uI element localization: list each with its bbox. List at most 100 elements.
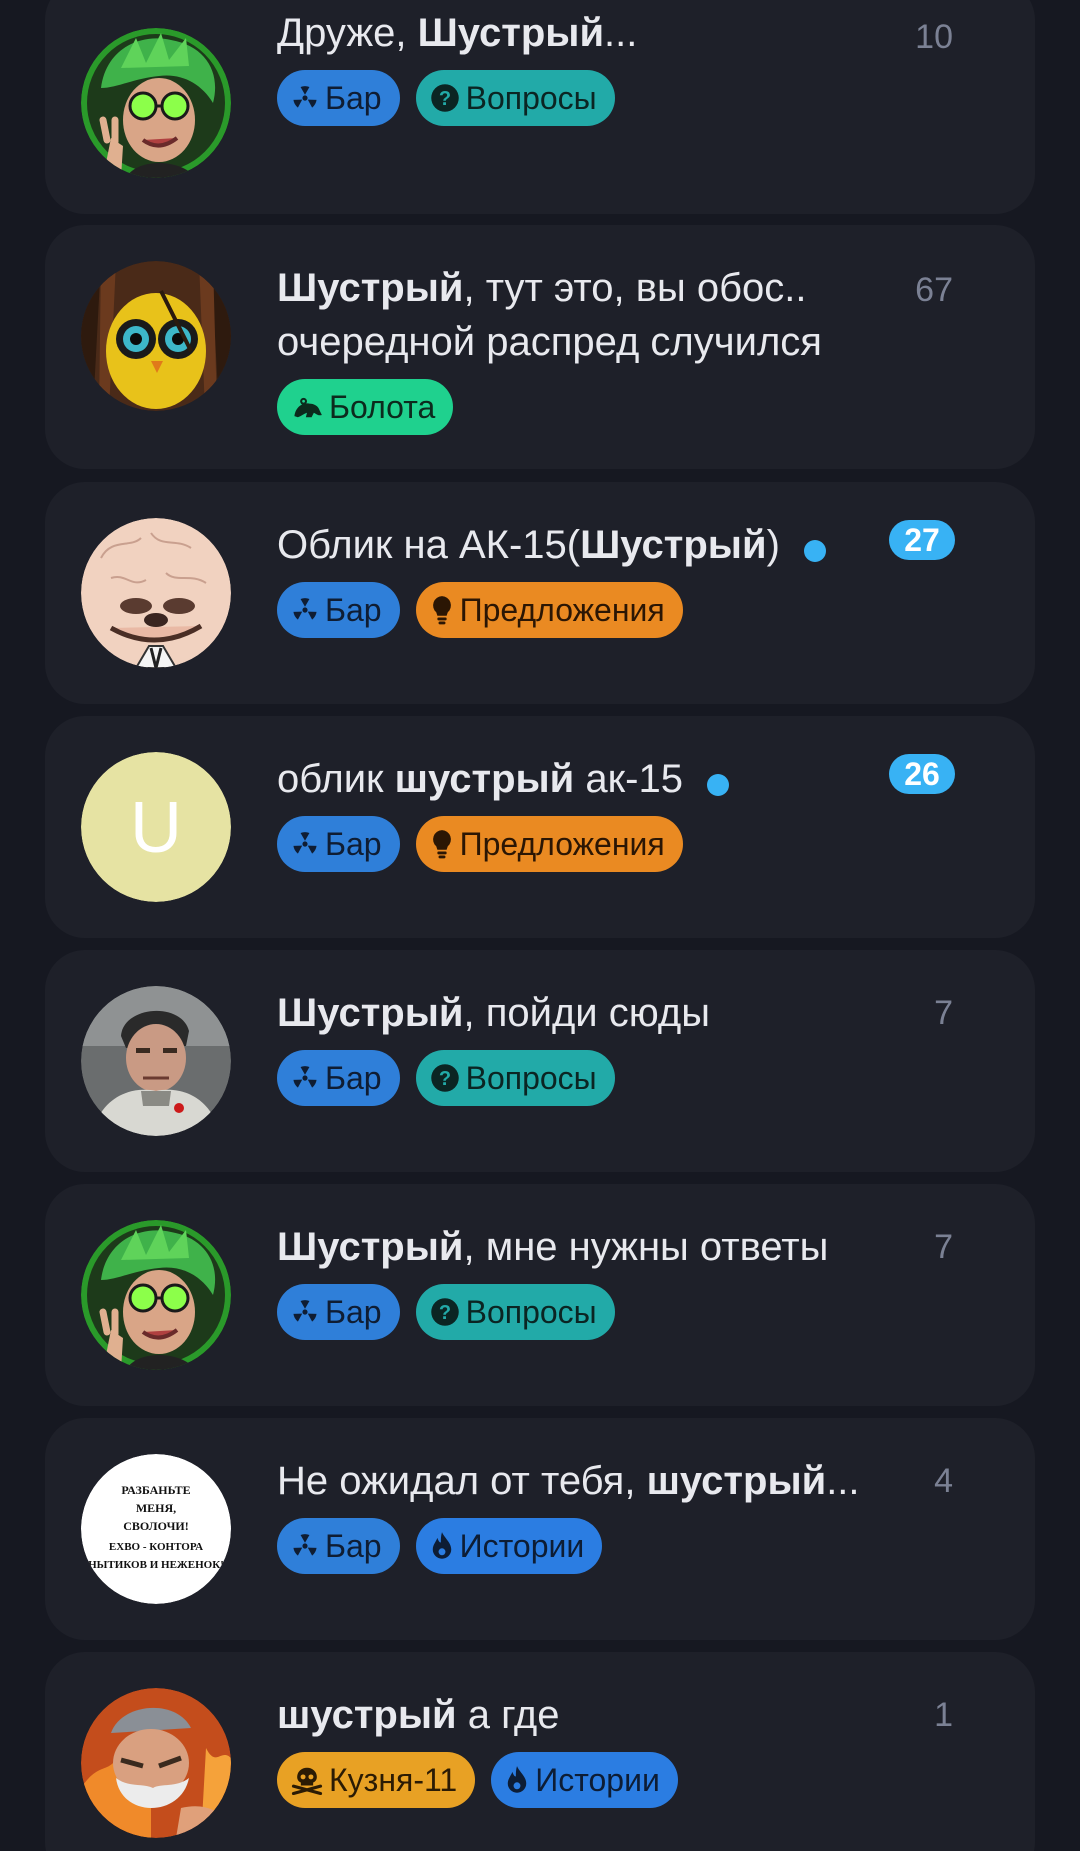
reply-count: 7 — [934, 994, 953, 1032]
tag-label: Истории — [459, 1527, 585, 1564]
svg-text:?: ? — [438, 88, 450, 110]
thread-card[interactable]: шустрый а где 1 Кузня-11 Истории — [45, 1652, 1035, 1851]
thread-title[interactable]: Шустрый, мне нужны ответы — [277, 1220, 877, 1274]
avatar-brain-face[interactable] — [81, 518, 231, 668]
question-icon: ? — [430, 1063, 460, 1093]
question-icon: ? — [430, 83, 460, 113]
title-text: ... — [604, 11, 638, 55]
thread-title[interactable]: Шустрый, пойди сюды — [277, 986, 877, 1040]
tag-label: Бар — [325, 1293, 382, 1330]
tag-chip[interactable]: Болота — [277, 379, 454, 435]
tag-list: Кузня-11 Истории — [277, 1752, 678, 1808]
avatar-bearded-man[interactable] — [81, 1688, 231, 1838]
avatar-letter-u[interactable]: U — [81, 752, 231, 902]
tag-label: Бар — [325, 79, 382, 116]
title-text: Не ожидал от тебя, — [277, 1459, 647, 1503]
thread-card[interactable]: Облик на АК-15(Шустрый) 27 Бар Предложения — [45, 482, 1035, 704]
reply-count: 10 — [915, 18, 953, 56]
reply-count: 67 — [915, 271, 953, 309]
title-highlight: шустрый — [646, 1459, 827, 1503]
unread-count-badge: 27 — [889, 520, 955, 560]
tag-label: Истории — [535, 1761, 660, 1798]
thread-title[interactable]: Шустрый, тут это, вы обос.. очередной рас… — [277, 261, 877, 369]
avatar-yellow-owl[interactable] — [81, 261, 231, 411]
avatar-soldier[interactable] — [81, 986, 231, 1136]
reply-count: 7 — [934, 1228, 953, 1266]
tag-list: Болота — [277, 379, 454, 435]
thread-title[interactable]: облик шустрый ак-15 — [277, 752, 877, 806]
title-highlight: шустрый — [277, 1693, 457, 1737]
avatar-sign-text: РАЗБАНЬТЕ — [121, 1483, 190, 1497]
avatar-sign-text: СВОЛОЧИ! — [123, 1519, 189, 1533]
avatar-green-hair[interactable] — [81, 28, 231, 178]
thread-card[interactable]: Шустрый, пойди сюды 7 Бар? Вопросы — [45, 950, 1035, 1172]
tag-chip[interactable]: Бар — [277, 816, 400, 872]
tag-label: Вопросы — [465, 1293, 597, 1330]
tag-label: Бар — [325, 1527, 382, 1564]
title-highlight: Шустрый — [580, 523, 767, 567]
tag-chip[interactable]: Бар — [277, 1050, 400, 1106]
thread-card[interactable]: Друже, Шустрый... 10 Бар? Вопросы — [45, 0, 1035, 214]
tag-list: Бар Предложения — [277, 816, 683, 872]
radiation-icon — [291, 1532, 319, 1560]
thread-title[interactable]: Облик на АК-15(Шустрый) — [277, 518, 877, 572]
title-highlight: Шустрый — [277, 266, 464, 310]
title-highlight: Шустрый — [277, 1225, 464, 1269]
reply-count: 4 — [934, 1462, 953, 1500]
tag-chip[interactable]: ? Вопросы — [415, 1050, 615, 1106]
thread-title[interactable]: Не ожидал от тебя, шустрый... — [277, 1454, 877, 1508]
title-text: , мне нужны ответы — [463, 1225, 829, 1269]
tag-label: Вопросы — [465, 1059, 597, 1096]
avatar-green-hair[interactable] — [81, 1220, 231, 1370]
question-icon: ? — [430, 1297, 460, 1327]
thread-title[interactable]: шустрый а где — [277, 1688, 877, 1742]
tag-list: Бар Истории — [277, 1518, 603, 1574]
radiation-icon — [291, 830, 319, 858]
tag-chip[interactable]: Бар — [277, 1284, 400, 1340]
thread-card[interactable]: РАЗБАНЬТЕ МЕНЯ, СВОЛОЧИ! EXBO - КОНТОРА НЫТИ… — [45, 1418, 1035, 1640]
skull-icon — [291, 1765, 323, 1795]
thread-card[interactable]: Шустрый, мне нужны ответы 7 Бар? Вопросы — [45, 1184, 1035, 1406]
title-text: , тут это, вы обос.. — [463, 266, 807, 310]
svg-text:?: ? — [438, 1068, 450, 1090]
svg-text:?: ? — [438, 1302, 450, 1324]
tag-list: Бар? Вопросы — [277, 70, 615, 126]
tag-chip[interactable]: Истории — [491, 1752, 678, 1808]
tag-list: Бар? Вопросы — [277, 1284, 615, 1340]
radiation-icon — [291, 1064, 319, 1092]
tag-chip[interactable]: ? Вопросы — [415, 70, 615, 126]
thread-list: Друже, Шустрый... 10 Бар? Вопросы Шустрый, т… — [0, 0, 1080, 1851]
unread-count-badge: 26 — [889, 754, 955, 794]
avatar-sign-text: МЕНЯ, — [136, 1501, 176, 1515]
tag-chip[interactable]: Предложения — [415, 582, 683, 638]
frog-icon — [291, 393, 323, 421]
radiation-icon — [291, 596, 319, 624]
tag-label: Болота — [329, 388, 436, 425]
title-text: облик — [277, 757, 395, 801]
tag-chip[interactable]: Истории — [415, 1518, 603, 1574]
tag-label: Бар — [325, 591, 382, 628]
title-text: ак-15 — [574, 757, 683, 801]
radiation-icon — [291, 84, 319, 112]
reply-count: 1 — [934, 1696, 953, 1734]
tag-chip[interactable]: Кузня-11 — [277, 1752, 476, 1808]
tag-chip[interactable]: Бар — [277, 1518, 400, 1574]
tag-list: Бар Предложения — [277, 582, 683, 638]
title-text: ... — [826, 1459, 860, 1503]
tag-chip[interactable]: Предложения — [415, 816, 683, 872]
title-highlight: Шустрый — [277, 991, 464, 1035]
title-text: ) — [766, 523, 780, 567]
thread-card[interactable]: Uоблик шустрый ак-15 26 Бар Предложения — [45, 716, 1035, 938]
avatar-text-sign[interactable]: РАЗБАНЬТЕ МЕНЯ, СВОЛОЧИ! EXBO - КОНТОРА НЫТИ… — [81, 1454, 231, 1604]
tag-label: Вопросы — [465, 79, 597, 116]
flame-icon — [430, 1531, 454, 1561]
tag-chip[interactable]: Бар — [277, 582, 400, 638]
tag-label: Бар — [325, 1059, 382, 1096]
tag-chip[interactable]: Бар — [277, 70, 400, 126]
flame-icon — [505, 1765, 529, 1795]
title-text: а где — [456, 1693, 560, 1737]
thread-title[interactable]: Друже, Шустрый... — [277, 6, 877, 60]
thread-card[interactable]: Шустрый, тут это, вы обос.. очередной рас… — [45, 225, 1035, 469]
tag-label: Кузня-11 — [329, 1761, 458, 1798]
tag-chip[interactable]: ? Вопросы — [415, 1284, 615, 1340]
